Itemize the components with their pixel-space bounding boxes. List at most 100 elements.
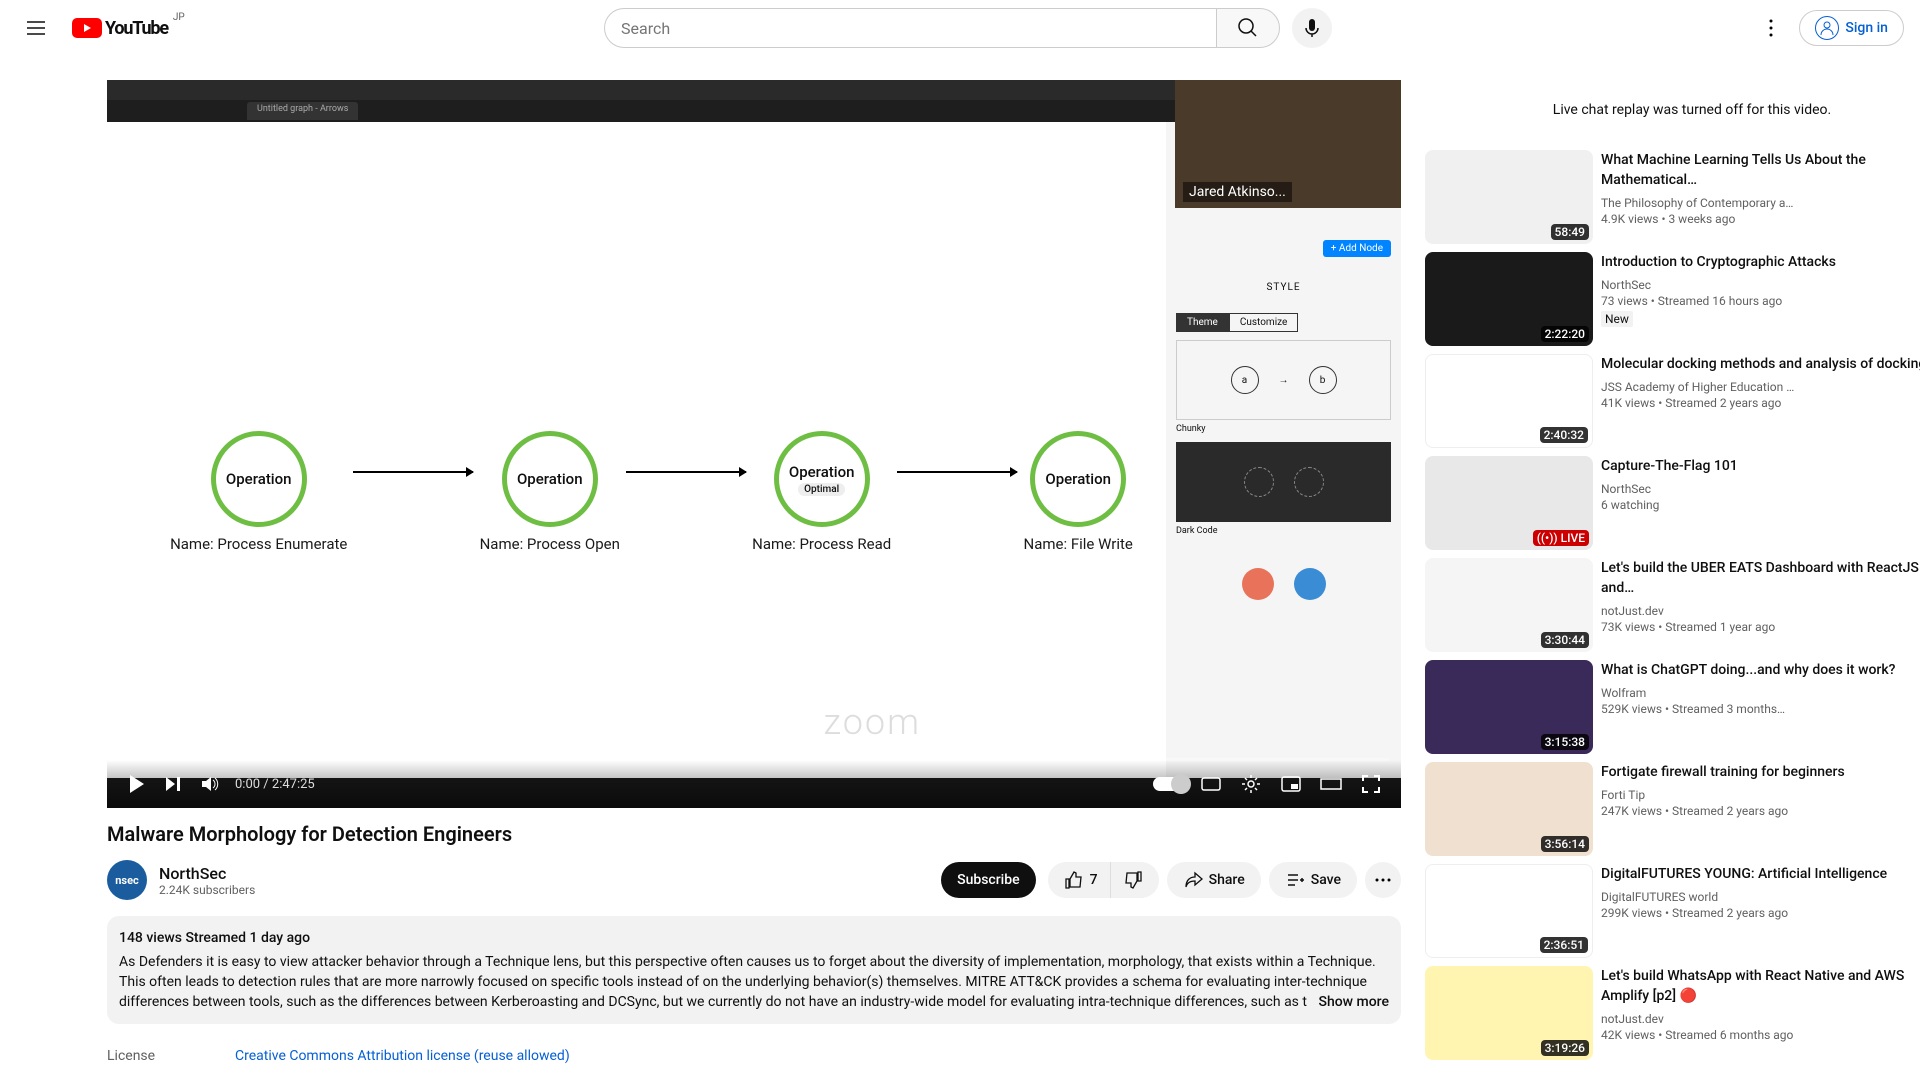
video-player[interactable]: Untitled graph - Arrows OperationName: P… bbox=[107, 80, 1401, 808]
search-icon bbox=[1236, 16, 1260, 40]
video-content-area: OperationName: Process Enumerate Operati… bbox=[107, 122, 1166, 778]
recommendation-channel: DigitalFUTURES world bbox=[1601, 888, 1920, 906]
video-thumbnail: ((•)) LIVE bbox=[1425, 456, 1593, 550]
recommendation-item[interactable]: 2:40:32 Molecular docking methods and an… bbox=[1425, 354, 1920, 448]
recommendation-channel: Wolfram bbox=[1601, 684, 1920, 702]
recommendation-item[interactable]: 3:19:26 Let's build WhatsApp with React … bbox=[1425, 966, 1920, 1060]
recommendation-channel: NorthSec bbox=[1601, 480, 1920, 498]
recommendation-info: Molecular docking methods and analysis o… bbox=[1601, 354, 1920, 448]
recommendation-meta: 529K views • Streamed 3 months… bbox=[1601, 702, 1920, 716]
kebab-icon bbox=[1759, 16, 1783, 40]
theater-button[interactable] bbox=[1313, 766, 1349, 802]
license-row: License Creative Commons Attribution lic… bbox=[107, 1040, 1401, 1072]
recommendation-meta: 73 views • Streamed 16 hours ago bbox=[1601, 294, 1920, 308]
recommendation-meta: 299K views • Streamed 2 years ago bbox=[1601, 906, 1920, 920]
recommendation-info: DigitalFUTURES YOUNG: Artificial Intelli… bbox=[1601, 864, 1920, 958]
dislike-button[interactable] bbox=[1111, 862, 1159, 898]
microphone-icon bbox=[1300, 16, 1324, 40]
share-icon bbox=[1183, 870, 1203, 890]
arrows-sidebar: + Add Node STYLE ThemeCustomize a→b Chun… bbox=[1166, 122, 1401, 778]
share-button[interactable]: Share bbox=[1167, 862, 1261, 898]
youtube-logo[interactable]: YouTube JP bbox=[72, 18, 185, 39]
header: YouTube JP Sign in bbox=[0, 0, 1920, 56]
show-more-button[interactable]: Show more bbox=[1310, 992, 1389, 1012]
search-input[interactable] bbox=[604, 8, 1216, 48]
signin-button[interactable]: Sign in bbox=[1799, 10, 1904, 46]
recommendation-info: What is ChatGPT doing...and why does it … bbox=[1601, 660, 1920, 754]
captions-button[interactable] bbox=[1193, 766, 1229, 802]
next-icon bbox=[163, 774, 183, 794]
recommendation-item[interactable]: 3:30:44 Let's build the UBER EATS Dashbo… bbox=[1425, 558, 1920, 652]
search-button[interactable] bbox=[1216, 8, 1280, 48]
recommendation-meta: 247K views • Streamed 2 years ago bbox=[1601, 804, 1920, 818]
settings-button[interactable] bbox=[1233, 766, 1269, 802]
video-thumbnail: 3:56:14 bbox=[1425, 762, 1593, 856]
subscribe-button[interactable]: Subscribe bbox=[941, 862, 1036, 898]
recommendation-meta: 6 watching bbox=[1601, 498, 1920, 512]
gear-icon bbox=[1240, 773, 1262, 795]
presenter-webcam: Jared Atkinso... bbox=[1175, 80, 1401, 208]
voice-search-button[interactable] bbox=[1292, 8, 1332, 48]
recommendation-title: Let's build the UBER EATS Dashboard with… bbox=[1601, 558, 1920, 598]
signin-label: Sign in bbox=[1845, 20, 1888, 36]
recommendation-item[interactable]: 2:36:51 DigitalFUTURES YOUNG: Artificial… bbox=[1425, 864, 1920, 958]
youtube-logo-text: YouTube bbox=[105, 18, 168, 39]
presenter-name: Jared Atkinso... bbox=[1183, 182, 1292, 202]
recommendation-title: What Machine Learning Tells Us About the… bbox=[1601, 150, 1920, 190]
video-duration: 2:36:51 bbox=[1540, 937, 1588, 953]
chat-notice: Live chat replay was turned off for this… bbox=[1425, 80, 1920, 140]
secondary-column: Live chat replay was turned off for this… bbox=[1425, 80, 1920, 1072]
recommendation-item[interactable]: ((•)) LIVE Capture-The-Flag 101 NorthSec… bbox=[1425, 456, 1920, 550]
hamburger-menu-button[interactable] bbox=[16, 8, 56, 48]
video-duration: 3:15:38 bbox=[1541, 734, 1589, 750]
recommendation-meta: 73K views • Streamed 1 year ago bbox=[1601, 620, 1920, 634]
time-display: 0:00 / 2:47:25 bbox=[235, 777, 315, 792]
license-link[interactable]: Creative Commons Attribution license (re… bbox=[235, 1048, 570, 1064]
header-right: Sign in bbox=[1751, 8, 1904, 48]
video-title: Malware Morphology for Detection Enginee… bbox=[107, 820, 1401, 848]
user-icon bbox=[1815, 16, 1839, 40]
recommendation-info: Let's build WhatsApp with React Native a… bbox=[1601, 966, 1920, 1060]
channel-avatar[interactable]: nsec bbox=[107, 860, 147, 900]
miniplayer-button[interactable] bbox=[1273, 766, 1309, 802]
play-icon bbox=[130, 775, 144, 793]
save-button[interactable]: Save bbox=[1269, 862, 1357, 898]
country-code: JP bbox=[173, 12, 185, 23]
zoom-watermark: zoom bbox=[823, 701, 921, 743]
recommendation-info: Capture-The-Flag 101 NorthSec 6 watching bbox=[1601, 456, 1920, 550]
autoplay-toggle[interactable] bbox=[1153, 777, 1189, 791]
recommendation-title: Fortigate firewall training for beginner… bbox=[1601, 762, 1920, 782]
settings-menu-button[interactable] bbox=[1751, 8, 1791, 48]
like-button[interactable]: 7 bbox=[1048, 862, 1111, 898]
more-actions-button[interactable] bbox=[1365, 862, 1401, 898]
video-duration: 3:19:26 bbox=[1541, 1040, 1589, 1056]
channel-name[interactable]: NorthSec bbox=[159, 864, 929, 883]
graph-diagram: OperationName: Process Enumerate Operati… bbox=[167, 402, 1136, 582]
video-duration: 58:49 bbox=[1551, 224, 1589, 240]
play-button[interactable] bbox=[119, 766, 155, 802]
recommendation-title: DigitalFUTURES YOUNG: Artificial Intelli… bbox=[1601, 864, 1920, 884]
video-duration: 3:56:14 bbox=[1541, 836, 1589, 852]
video-duration: 3:30:44 bbox=[1541, 632, 1589, 648]
license-label: License bbox=[107, 1048, 235, 1064]
description-header: 148 views Streamed 1 day ago bbox=[119, 928, 1389, 948]
search-container bbox=[604, 8, 1332, 48]
subscriber-count: 2.24K subscribers bbox=[159, 883, 929, 897]
player-controls: 0:00 / 2:47:25 bbox=[107, 760, 1401, 808]
video-thumbnail: 2:36:51 bbox=[1425, 864, 1593, 958]
description-box[interactable]: 148 views Streamed 1 day ago As Defender… bbox=[107, 916, 1401, 1024]
recommendation-item[interactable]: 2:22:20 Introduction to Cryptographic At… bbox=[1425, 252, 1920, 346]
recommendation-info: Introduction to Cryptographic Attacks No… bbox=[1601, 252, 1920, 346]
volume-button[interactable] bbox=[191, 766, 227, 802]
video-duration: 2:22:20 bbox=[1541, 326, 1589, 342]
thumbs-down-icon bbox=[1123, 870, 1143, 890]
recommendation-item[interactable]: 58:49 What Machine Learning Tells Us Abo… bbox=[1425, 150, 1920, 244]
save-icon bbox=[1285, 870, 1305, 890]
recommendation-title: Introduction to Cryptographic Attacks bbox=[1601, 252, 1920, 272]
recommendation-item[interactable]: 3:56:14 Fortigate firewall training for … bbox=[1425, 762, 1920, 856]
recommendation-channel: notJust.dev bbox=[1601, 1010, 1920, 1028]
next-button[interactable] bbox=[155, 766, 191, 802]
recommendation-item[interactable]: 3:15:38 What is ChatGPT doing...and why … bbox=[1425, 660, 1920, 754]
thumbs-up-icon bbox=[1064, 870, 1084, 890]
fullscreen-button[interactable] bbox=[1353, 766, 1389, 802]
